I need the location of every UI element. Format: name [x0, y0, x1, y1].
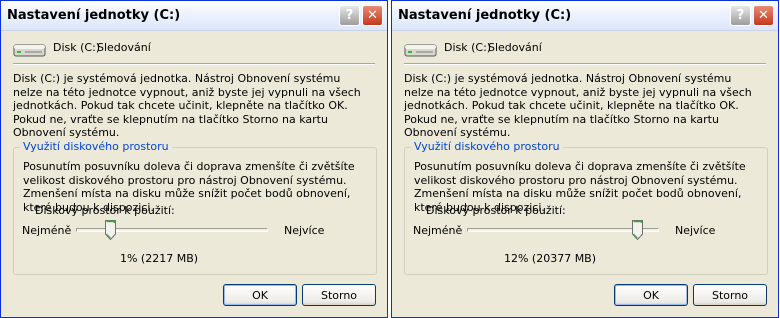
slider-max-label: Nejvíce	[675, 224, 716, 237]
title-bar[interactable]: Nastavení jednotky (C:) ? ✕	[392, 1, 778, 31]
usage-label: Diskový prostor k použití:	[35, 204, 175, 217]
separator	[13, 63, 375, 65]
slider-track[interactable]	[467, 228, 659, 232]
close-button[interactable]: ✕	[753, 5, 774, 26]
separator	[404, 63, 766, 65]
hard-disk-icon	[13, 44, 46, 57]
disk-status: Sledování	[488, 41, 542, 54]
slider-min-label: Nejméně	[413, 224, 463, 237]
cancel-button[interactable]: Storno	[302, 284, 376, 306]
slider-value-text: 1% (2217 MB)	[119, 252, 199, 265]
usage-label: Diskový prostor k použití:	[426, 204, 566, 217]
slider-thumb[interactable]	[105, 220, 117, 240]
drive-settings-dialog: Nastavení jednotky (C:) ? ✕ Disk (C:) Sl…	[0, 0, 388, 318]
disk-space-group: Využití diskového prostoru Posunutím pos…	[404, 140, 768, 275]
cancel-button[interactable]: Storno	[693, 284, 767, 306]
drive-settings-dialog: Nastavení jednotky (C:) ? ✕ Disk (C:) Sl…	[391, 0, 779, 318]
disk-status: Sledování	[97, 41, 151, 54]
ok-button[interactable]: OK	[223, 284, 297, 306]
disk-name: Disk (C:)	[444, 41, 492, 54]
slider-max-label: Nejvíce	[284, 224, 325, 237]
slider-min-label: Nejméně	[22, 224, 72, 237]
close-button[interactable]: ✕	[362, 5, 383, 26]
ok-button[interactable]: OK	[614, 284, 688, 306]
description-text: Disk (C:) je systémová jednotka. Nástroj…	[404, 72, 752, 139]
slider-thumb[interactable]	[632, 220, 643, 240]
group-title: Využití diskového prostoru	[20, 140, 172, 153]
disk-space-group: Využití diskového prostoru Posunutím pos…	[13, 140, 377, 275]
help-button[interactable]: ?	[339, 5, 360, 26]
slider-value-text: 12% (20377 MB)	[503, 252, 597, 265]
title-bar[interactable]: Nastavení jednotky (C:) ? ✕	[1, 1, 387, 31]
disk-name: Disk (C:)	[53, 41, 101, 54]
dialog-title: Nastavení jednotky (C:)	[398, 8, 572, 23]
dialog-title: Nastavení jednotky (C:)	[7, 8, 181, 23]
description-text: Disk (C:) je systémová jednotka. Nástroj…	[13, 72, 361, 139]
hard-disk-icon	[404, 44, 437, 57]
group-title: Využití diskového prostoru	[411, 140, 563, 153]
help-button[interactable]: ?	[730, 5, 751, 26]
